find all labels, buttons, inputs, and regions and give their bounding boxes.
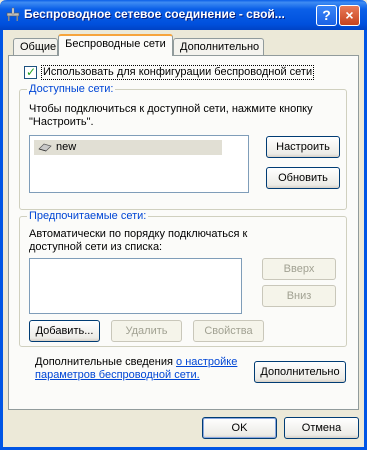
checkmark-icon: ✓ [26,65,37,79]
available-networks-group: Доступные сети: Чтобы подключиться к дос… [19,83,347,210]
more-info-text: Дополнительные сведения о настройке [35,356,237,369]
tab-wireless-networks-label: Беспроводные сети [65,38,166,50]
tab-general[interactable]: Общие [13,38,58,56]
wireless-network-icon [38,143,52,152]
use-windows-checkbox[interactable]: ✓ [24,65,37,79]
preferred-networks-group: Предпочитаемые сети: Автоматически по по… [19,210,347,347]
advanced-button[interactable]: Дополнительно [254,361,346,383]
tab-advanced[interactable]: Дополнительно [173,38,264,56]
cancel-button[interactable]: Отмена [284,417,359,439]
tab-general-label: Общие [20,41,57,53]
ok-button[interactable]: OK [202,417,277,439]
network-connection-icon [6,7,20,21]
help-button[interactable]: ? [316,5,337,26]
available-networks-description: Чтобы подключиться к доступной сети, наж… [29,103,313,128]
properties-button-label: Свойства [204,325,253,337]
tab-advanced-label: Дополнительно [180,41,260,53]
dialog-window: Беспроводное сетевое соединение - свой..… [0,0,367,450]
properties-button[interactable]: Свойства [193,320,264,342]
tab-wireless-networks[interactable]: Беспроводные сети [58,34,173,56]
preferred-networks-title: Предпочитаемые сети: [27,210,149,222]
tab-panel: ✓ Использовать для конфигурации беспрово… [8,55,359,410]
ok-button-label: OK [231,422,248,434]
refresh-button[interactable]: Обновить [266,167,340,189]
move-down-button[interactable]: Вниз [262,285,336,307]
move-down-button-label: Вниз [286,290,312,302]
more-info-prefix: Дополнительные сведения [35,356,173,368]
move-up-button-label: Вверх [283,263,315,275]
preferred-networks-list[interactable] [29,258,242,314]
title-bar[interactable]: Беспроводное сетевое соединение - свой..… [0,0,367,30]
add-button[interactable]: Добавить... [29,320,100,342]
add-button-label: Добавить... [35,325,94,337]
list-item[interactable]: new [34,140,222,155]
window-title: Беспроводное сетевое соединение - свой..… [24,7,285,21]
remove-button-label: Удалить [125,325,168,337]
advanced-button-label: Дополнительно [260,366,340,378]
preferred-networks-description: Автоматически по порядку подключаться к … [29,228,248,253]
remove-button[interactable]: Удалить [111,320,182,342]
configure-button[interactable]: Настроить [266,136,340,158]
available-networks-list[interactable]: new [29,135,249,193]
use-windows-checkbox-label[interactable]: Использовать для конфигурации беспроводн… [41,65,315,80]
available-networks-title: Доступные сети: [27,83,116,95]
refresh-button-label: Обновить [278,172,328,184]
cancel-button-label: Отмена [301,422,342,434]
network-name: new [56,141,77,153]
more-info-link-part1[interactable]: о настройке [176,356,237,368]
close-button[interactable]: × [339,5,360,26]
configure-button-label: Настроить [276,141,330,153]
move-up-button[interactable]: Вверх [262,258,336,280]
more-info-link-part2[interactable]: параметров беспроводной сети. [35,369,200,382]
